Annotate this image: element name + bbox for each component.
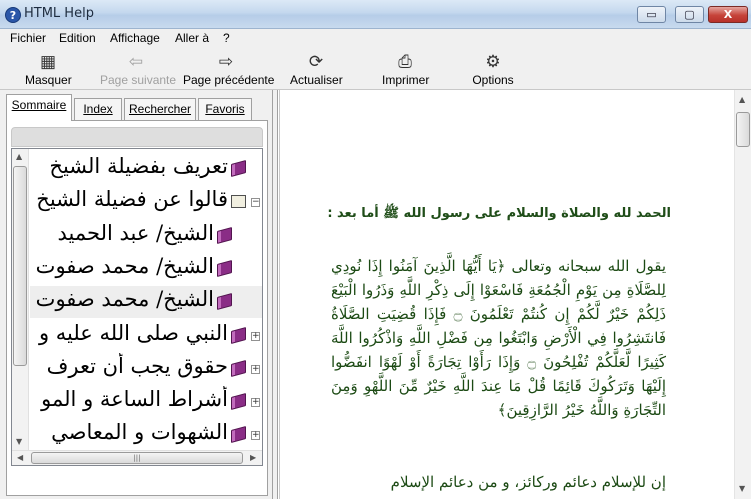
menu-view[interactable]: Affichage: [110, 31, 160, 45]
hide-button-label: Masquer: [25, 73, 72, 87]
help-app-icon: ?: [5, 7, 21, 23]
tree-node[interactable]: تعريف بفضيلة الشيخ: [30, 153, 262, 185]
menu-bar: Fichier Edition Affichage Aller à ?: [0, 29, 751, 48]
tree-node-label: الشيخ/ محمد صفوت: [35, 254, 214, 278]
tree-node[interactable]: + أشراط الساعة و المو: [30, 386, 262, 418]
menu-file[interactable]: Fichier: [10, 31, 46, 45]
toolbar: ▦ Masquer ⇦ Page suivante ⇨ Page précéde…: [0, 48, 751, 90]
scroll-up-arrow-icon[interactable]: ▲: [739, 95, 745, 104]
quran-verse-paragraph: يقول الله سبحانه وتعالى ﴿يَا أَيُّهَا ال…: [331, 257, 666, 419]
refresh-button[interactable]: ⟳ Actualiser: [290, 52, 343, 87]
tree-node[interactable]: الشيخ/ عبد الحميد: [30, 220, 262, 252]
window-title: HTML Help: [24, 6, 94, 21]
content-pane: الحمد لله والصلاة والسلام على رسول الله …: [279, 90, 751, 499]
closed-book-icon: [217, 259, 232, 278]
closed-book-icon: [231, 159, 246, 178]
tree-node[interactable]: + الشهوات و المعاصي: [30, 419, 262, 451]
scroll-right-arrow-icon[interactable]: ▶: [250, 453, 256, 462]
printer-icon: ⎙: [398, 52, 412, 71]
scroll-thumb[interactable]: [13, 166, 27, 366]
menu-edit[interactable]: Edition: [59, 31, 96, 45]
tree-node-label: الشهوات و المعاصي: [51, 420, 228, 444]
menu-help[interactable]: ?: [223, 31, 230, 45]
contents-panel: تعريف بفضيلة الشيخ − قالوا عن فضيلة الشي…: [6, 120, 268, 496]
arrow-left-icon: ⇦: [128, 52, 144, 71]
options-icon: ⚙: [485, 52, 501, 71]
open-book-icon: [231, 195, 246, 208]
scroll-down-arrow-icon[interactable]: ▼: [16, 437, 22, 446]
arrow-right-icon: ⇨: [218, 52, 234, 71]
options-button[interactable]: ⚙ Options: [472, 52, 514, 87]
expand-toggle[interactable]: +: [251, 365, 260, 374]
tree-horizontal-scrollbar[interactable]: ◀ ||| ▶: [12, 450, 262, 465]
contents-tree[interactable]: تعريف بفضيلة الشيخ − قالوا عن فضيلة الشي…: [11, 148, 263, 466]
previous-page-label: Page précédente: [183, 73, 275, 87]
content-heading: الحمد لله والصلاة والسلام على رسول الله …: [327, 206, 671, 221]
next-page-label: Page suivante: [100, 73, 177, 87]
maximize-button[interactable]: ▢: [675, 6, 704, 23]
previous-page-button[interactable]: ⇨ Page précédente: [183, 52, 275, 87]
panel-header: [11, 127, 263, 147]
menu-go[interactable]: Aller à: [175, 31, 209, 45]
navigation-pane: Sommaire Index Rechercher Favoris تعريف …: [0, 90, 273, 499]
tree-node-label: الشيخ/ محمد صفوت: [35, 287, 214, 311]
tree-node-label: تعريف بفضيلة الشيخ: [49, 154, 228, 178]
refresh-label: Actualiser: [290, 73, 343, 87]
expand-toggle[interactable]: +: [251, 332, 260, 341]
closed-book-icon: [231, 392, 246, 411]
title-bar: ? HTML Help ▭ ▢ X: [0, 0, 751, 29]
scroll-up-arrow-icon[interactable]: ▲: [16, 152, 22, 161]
next-page-button[interactable]: ⇦ Page suivante: [100, 52, 177, 87]
tab-contents[interactable]: Sommaire: [6, 94, 72, 121]
tab-favorites[interactable]: Favoris: [198, 98, 252, 120]
tree-node[interactable]: − قالوا عن فضيلة الشيخ: [30, 186, 262, 218]
scroll-left-arrow-icon[interactable]: ◀: [17, 453, 23, 462]
closed-book-icon: [231, 326, 246, 345]
tab-search[interactable]: Rechercher: [124, 98, 196, 120]
tree-vertical-scrollbar[interactable]: ▲ ▼: [12, 149, 29, 450]
expand-toggle[interactable]: +: [251, 431, 260, 440]
tree-node[interactable]: الشيخ/ محمد صفوت: [30, 286, 262, 318]
close-button[interactable]: X: [708, 6, 748, 23]
tab-index[interactable]: Index: [74, 98, 122, 120]
print-label: Imprimer: [382, 73, 430, 87]
tree-node-label: النبي صلى الله عليه و: [38, 321, 228, 345]
tree-node[interactable]: + حقوق يجب أن تعرف: [30, 353, 262, 385]
options-label: Options: [472, 73, 514, 87]
closed-book-icon: [231, 359, 246, 378]
closed-book-icon: [217, 292, 232, 311]
nav-tabs: Sommaire Index Rechercher Favoris: [6, 94, 268, 121]
content-paragraph: إن للإسلام دعائم وركائز، و من دعائم الإس…: [390, 473, 666, 491]
expand-toggle[interactable]: +: [251, 398, 260, 407]
pane-splitter[interactable]: [273, 90, 278, 499]
tree-node-label: قالوا عن فضيلة الشيخ: [36, 187, 228, 211]
scroll-down-arrow-icon[interactable]: ▼: [739, 484, 745, 493]
tree-node[interactable]: الشيخ/ محمد صفوت: [30, 253, 262, 285]
hide-button[interactable]: ▦ Masquer: [25, 52, 72, 87]
scroll-thumb[interactable]: [736, 112, 750, 147]
hide-pane-icon: ▦: [39, 52, 57, 71]
tree-node-label: الشيخ/ عبد الحميد: [57, 221, 214, 245]
closed-book-icon: [217, 226, 232, 245]
scroll-thumb[interactable]: |||: [31, 452, 243, 464]
refresh-icon: ⟳: [308, 52, 324, 71]
content-vertical-scrollbar[interactable]: ▲ ▼: [734, 90, 751, 499]
minimize-button[interactable]: ▭: [637, 6, 666, 23]
tree-node-label: أشراط الساعة و المو: [41, 387, 228, 411]
closed-book-icon: [231, 425, 246, 444]
collapse-toggle[interactable]: −: [251, 198, 260, 207]
tree-node-label: حقوق يجب أن تعرف: [46, 354, 228, 378]
tree-node[interactable]: + النبي صلى الله عليه و: [30, 320, 262, 352]
print-button[interactable]: ⎙ Imprimer: [382, 52, 430, 87]
